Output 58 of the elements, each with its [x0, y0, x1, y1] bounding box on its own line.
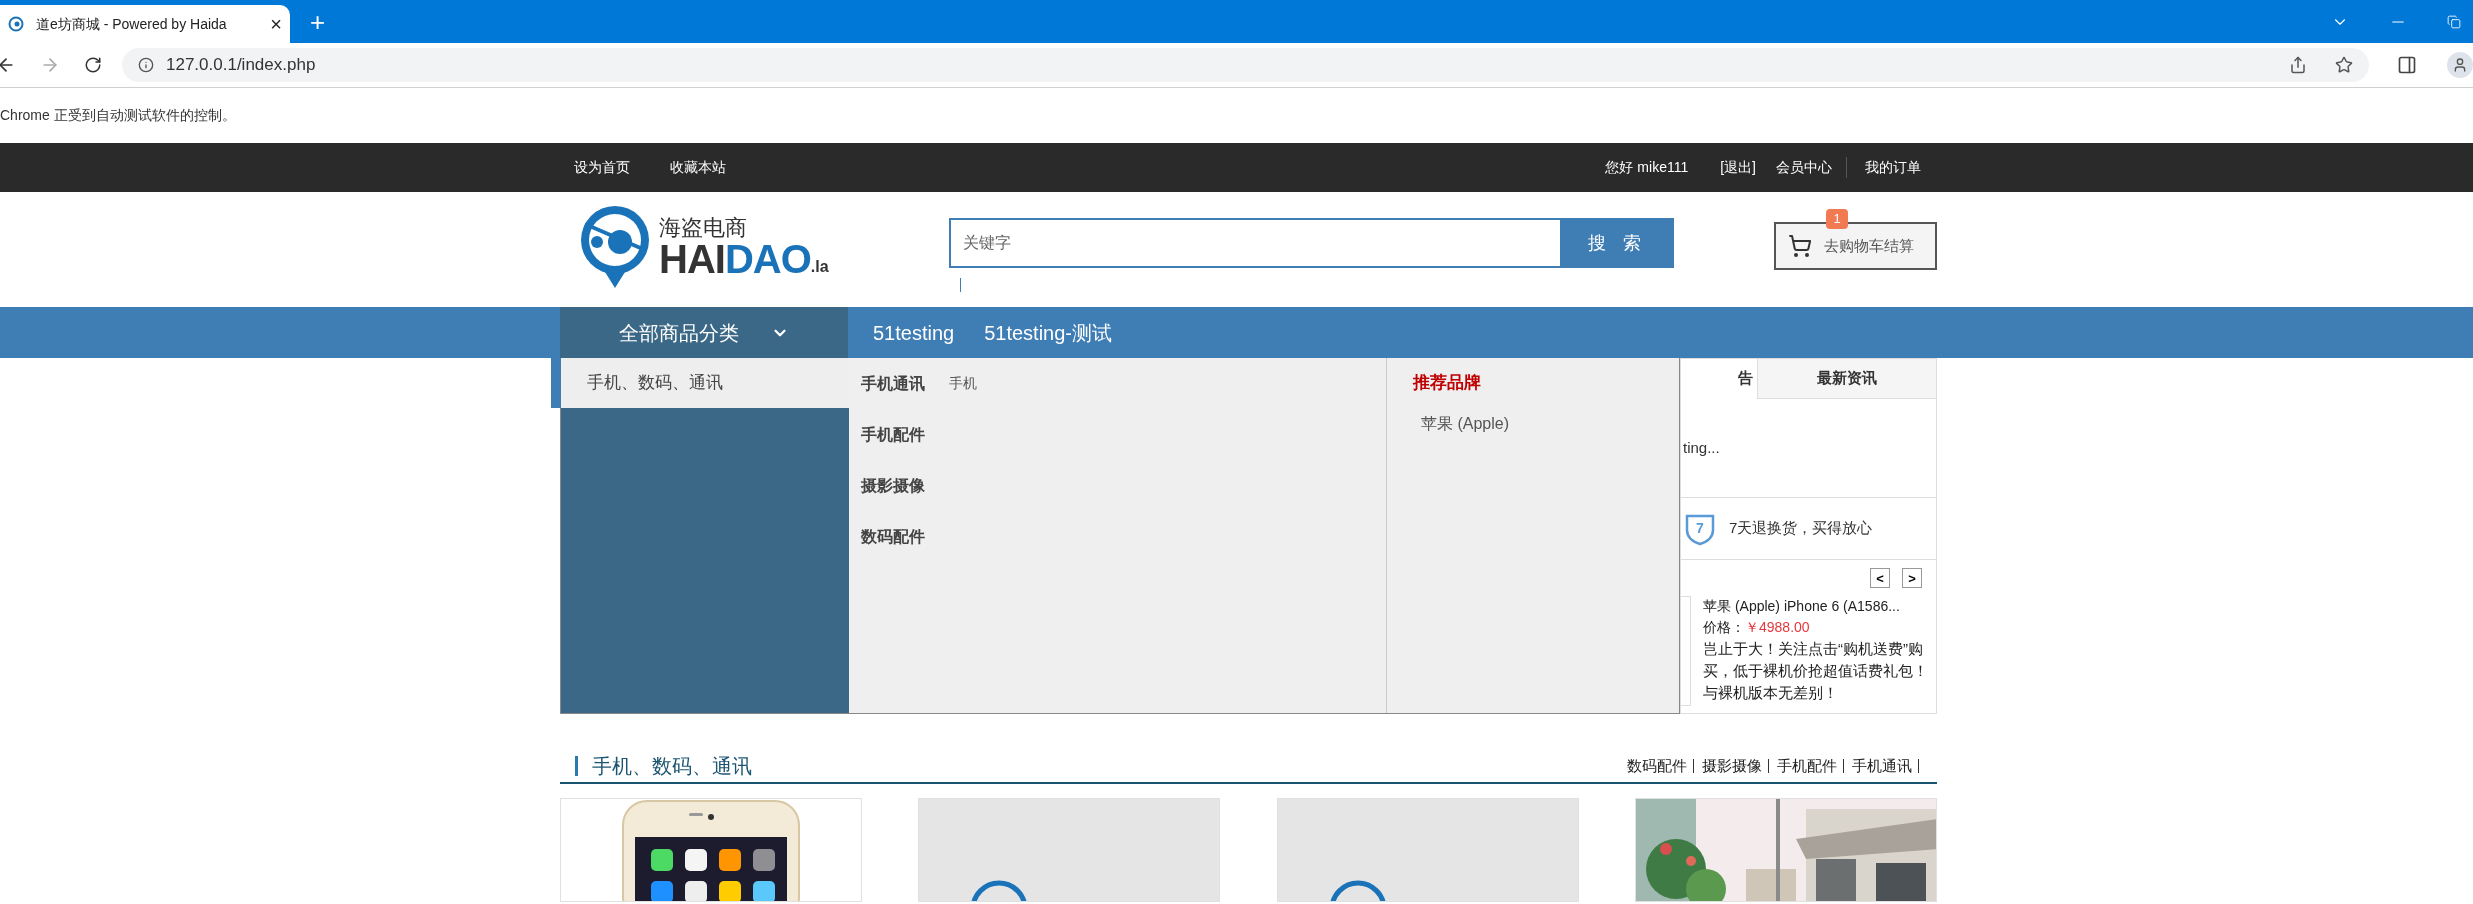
bookmark-icon[interactable]: [2335, 56, 2353, 74]
topbar-link[interactable]: [退出]: [1710, 157, 1766, 178]
cart-count-badge: 1: [1826, 209, 1848, 229]
search-field[interactable]: 关键字: [948, 218, 1562, 268]
price-label: 价格：: [1703, 618, 1745, 637]
logo-tagline: 海盗电商: [659, 217, 748, 239]
topbar-link[interactable]: 我的订单: [1855, 157, 1931, 178]
search-button[interactable]: 搜 索: [1561, 218, 1674, 268]
subcategory-heading[interactable]: 手机通讯: [861, 372, 925, 396]
subcategory-heading[interactable]: 数码配件: [861, 525, 925, 549]
restore-icon[interactable]: [2447, 14, 2461, 29]
browser-tab[interactable]: 道e坊商城 - Powered by Haida ×: [0, 5, 290, 43]
subcategory-heading[interactable]: 摄影摄像: [861, 474, 925, 498]
logo-suffix: .la: [810, 259, 829, 275]
logo-wordmark: HAIDAO: [659, 239, 811, 279]
notice-text[interactable]: ting...: [1683, 436, 1720, 460]
product-thumbnail[interactable]: [1681, 596, 1691, 706]
all-categories-menu[interactable]: 全部商品分类: [560, 307, 848, 358]
product-title[interactable]: 苹果 (Apple) iPhone 6 (A1586...: [1703, 596, 1929, 617]
category-item[interactable]: 手机、数码、通讯: [551, 358, 849, 408]
section-link[interactable]: 手机配件: [1771, 754, 1843, 778]
tab-title: 道e坊商城 - Powered by Haida: [36, 14, 228, 34]
automation-infobar: Chrome 正受到自动测试软件的控制。: [0, 106, 236, 125]
subcategory-link[interactable]: 手机: [949, 373, 977, 394]
brand-link[interactable]: 苹果 (Apple): [1421, 411, 1679, 436]
reload-icon[interactable]: [84, 56, 102, 74]
topbar-link[interactable]: 收藏本站: [670, 157, 726, 178]
brands-heading: 推荐品牌: [1413, 372, 1482, 394]
nav-link[interactable]: 51testing: [873, 317, 955, 348]
topbar-link[interactable]: 设为首页: [574, 157, 630, 178]
panel-tab[interactable]: 最新资讯: [1757, 359, 1936, 399]
address-bar[interactable]: 127.0.0.1/index.php: [122, 48, 2369, 82]
site-logo[interactable]: 海盗电商 HAIDAO.la: [575, 202, 829, 294]
product-image[interactable]: [560, 798, 862, 902]
url-text: 127.0.0.1/index.php: [166, 54, 317, 77]
new-tab-button[interactable]: +: [310, 9, 326, 35]
section-title: 手机、数码、通讯: [592, 754, 752, 779]
greeting-text: 您好 mike111: [1605, 158, 1689, 177]
section-link[interactable]: 数码配件: [1621, 754, 1693, 778]
cart-icon: [1788, 234, 1812, 258]
section-link[interactable]: 摄影摄像: [1696, 754, 1768, 778]
info-icon: [138, 57, 154, 73]
side-panel-icon[interactable]: [2397, 55, 2417, 75]
subcategory-heading[interactable]: 手机配件: [861, 423, 925, 447]
section-link[interactable]: 手机通讯: [1846, 754, 1918, 778]
close-tab-button[interactable]: ×: [270, 14, 282, 34]
nav-link[interactable]: 51testing-测试: [984, 317, 1112, 348]
next-button[interactable]: >: [1902, 568, 1922, 588]
previous-button[interactable]: <: [1870, 568, 1890, 588]
product-description: 岂止于大！关注点击“购机送费”购买，低于裸机价抢超值话费礼包！与裸机版本无差别！: [1703, 639, 1929, 703]
price-value: ￥4988.00: [1745, 618, 1810, 637]
site-icon: [8, 16, 24, 32]
cart-button[interactable]: 去购物车结算: [1774, 222, 1937, 270]
profile-icon[interactable]: [2447, 52, 2473, 78]
topbar-link[interactable]: 会员中心: [1766, 157, 1847, 178]
shield-number: 7: [1695, 519, 1705, 538]
share-icon[interactable]: [2289, 56, 2307, 74]
guarantee-text: 7天退换货，买得放心: [1729, 518, 1873, 539]
